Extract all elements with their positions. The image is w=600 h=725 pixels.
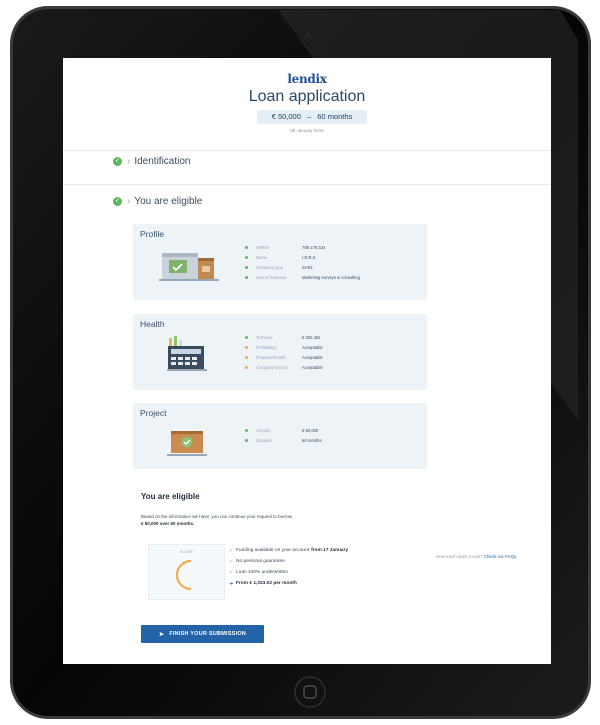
detail-label: Financial health: [256, 354, 286, 360]
step-identification[interactable]: ✓ › Identification: [113, 156, 191, 167]
status-dot: [245, 275, 248, 279]
check-circle-icon: ✓: [113, 157, 122, 166]
card-title: Project: [140, 408, 167, 418]
health-card: Health Turnover € 252,491 Profitability Ac…: [133, 314, 427, 390]
status-dot: [245, 255, 248, 259]
briefcase-check-icon: [167, 431, 207, 456]
status-dot: [245, 428, 248, 432]
tablet-screen: lendix Loan application € 50,000 – 60 mo…: [63, 58, 551, 664]
detail-value: Acceptable: [302, 344, 323, 350]
detail-value: 60 months: [302, 437, 322, 443]
eligible-intro: Based on the information we have, you ca…: [141, 514, 292, 519]
detail-value: Acceptable: [302, 364, 323, 370]
profile-card: Profile SIREN 789 178 334 Name I.D.R.S Com…: [133, 224, 427, 300]
benefit-item: ✓ No personal guarantee: [229, 558, 285, 565]
faq-question: How much does it cost?: [436, 554, 483, 559]
detail-label: SIREN: [256, 244, 269, 250]
button-label: FINISH YOUR SUBMISSION: [169, 631, 247, 637]
score-card: SCORE: [148, 544, 225, 600]
profile-details: SIREN 789 178 334 Name I.D.R.S Company typ…: [245, 242, 360, 282]
divider: [63, 184, 551, 185]
detail-row: Amount € 50,000: [245, 425, 322, 435]
detail-label: Line of business: [256, 274, 287, 280]
detail-row: Duration 60 months: [245, 435, 322, 445]
status-dot: [245, 438, 248, 442]
project-card: Project Amount € 50,000 Duration 60 months: [133, 403, 427, 469]
detail-label: Profitability: [256, 344, 277, 350]
check-icon: ✓: [229, 569, 234, 576]
card-title: Health: [140, 319, 165, 329]
detail-row: Company type SARL: [245, 262, 360, 272]
detail-row: Name I.D.R.S: [245, 252, 360, 262]
health-details: Turnover € 252,491 Profitability Acceptabl…: [245, 332, 323, 372]
detail-row: Financial health Acceptable: [245, 352, 323, 362]
detail-label: Company type: [256, 264, 283, 270]
detail-value: Acceptable: [302, 354, 323, 360]
detail-value: I.D.R.S: [302, 254, 316, 260]
status-dot: [245, 355, 248, 359]
arrow-right-icon: ➜: [229, 580, 234, 587]
detail-value: SARL: [302, 264, 313, 270]
page-title: Loan application: [248, 88, 366, 105]
card-title: Profile: [140, 229, 165, 239]
detail-label: Name: [256, 254, 268, 260]
finish-submission-button[interactable]: ➤ FINISH YOUR SUBMISSION: [141, 625, 264, 643]
step-eligible[interactable]: ✓ › You are eligible: [113, 196, 202, 207]
storefront-icon: [159, 253, 219, 281]
benefit-item: ✓ Loan 100% underwritten: [229, 569, 289, 576]
benefits-list: ✓ Funding available on your account from 1…: [229, 545, 348, 589]
status-dot: [245, 245, 248, 249]
step-label: Identification: [134, 156, 191, 167]
lendix-logo: lendix: [287, 72, 327, 86]
detail-label: Amount: [256, 427, 271, 433]
eligible-heading: You are eligible: [141, 492, 200, 501]
faq-note: How much does it cost? Check our FAQs.: [436, 554, 546, 561]
detail-label: Company history: [256, 364, 288, 370]
status-dot: [245, 345, 248, 349]
status-dot: [245, 335, 248, 339]
divider: [63, 150, 551, 151]
application-date: 08 January 2018: [290, 128, 324, 133]
project-details: Amount € 50,000 Duration 60 months: [245, 425, 322, 445]
detail-row: SIREN 789 178 334: [245, 242, 360, 252]
step-label: You are eligible: [134, 196, 203, 207]
detail-row: Line of business Marketing surveys & cons…: [245, 272, 360, 282]
detail-row: Turnover € 252,491: [245, 332, 323, 342]
status-dot: [245, 365, 248, 369]
benefit-item: ✓ Funding available on your account from 1…: [229, 547, 349, 554]
eligible-amount: € 50,000 over 60 months.: [141, 521, 195, 526]
loan-summary-badge: € 50,000 – 60 months: [257, 110, 367, 124]
loan-amount: € 50,000: [271, 112, 301, 121]
summary-separator: –: [307, 112, 312, 121]
status-dot: [245, 265, 248, 269]
check-icon: ✓: [229, 547, 234, 554]
score-gauge-icon: [175, 559, 192, 591]
detail-value: Marketing surveys & consulting: [302, 274, 360, 280]
detail-value: € 252,491: [302, 334, 321, 340]
send-icon: ➤: [158, 631, 165, 638]
calculator-icon: [167, 336, 207, 371]
detail-label: Turnover: [256, 334, 273, 340]
detail-value: 789 178 334: [302, 244, 326, 250]
eligible-description: Based on the information we have, you ca…: [141, 513, 391, 527]
detail-row: Company history Acceptable: [245, 362, 323, 372]
detail-value: € 50,000: [302, 427, 319, 433]
check-circle-icon: ✓: [113, 197, 122, 206]
check-icon: ✓: [229, 558, 234, 565]
benefit-item: ➜ From € 1,023.02 per month: [229, 580, 297, 587]
loan-duration: 60 months: [317, 112, 353, 121]
faq-link[interactable]: Check our FAQs.: [484, 554, 517, 559]
detail-row: Profitability Acceptable: [245, 342, 323, 352]
detail-label: Duration: [256, 437, 272, 443]
